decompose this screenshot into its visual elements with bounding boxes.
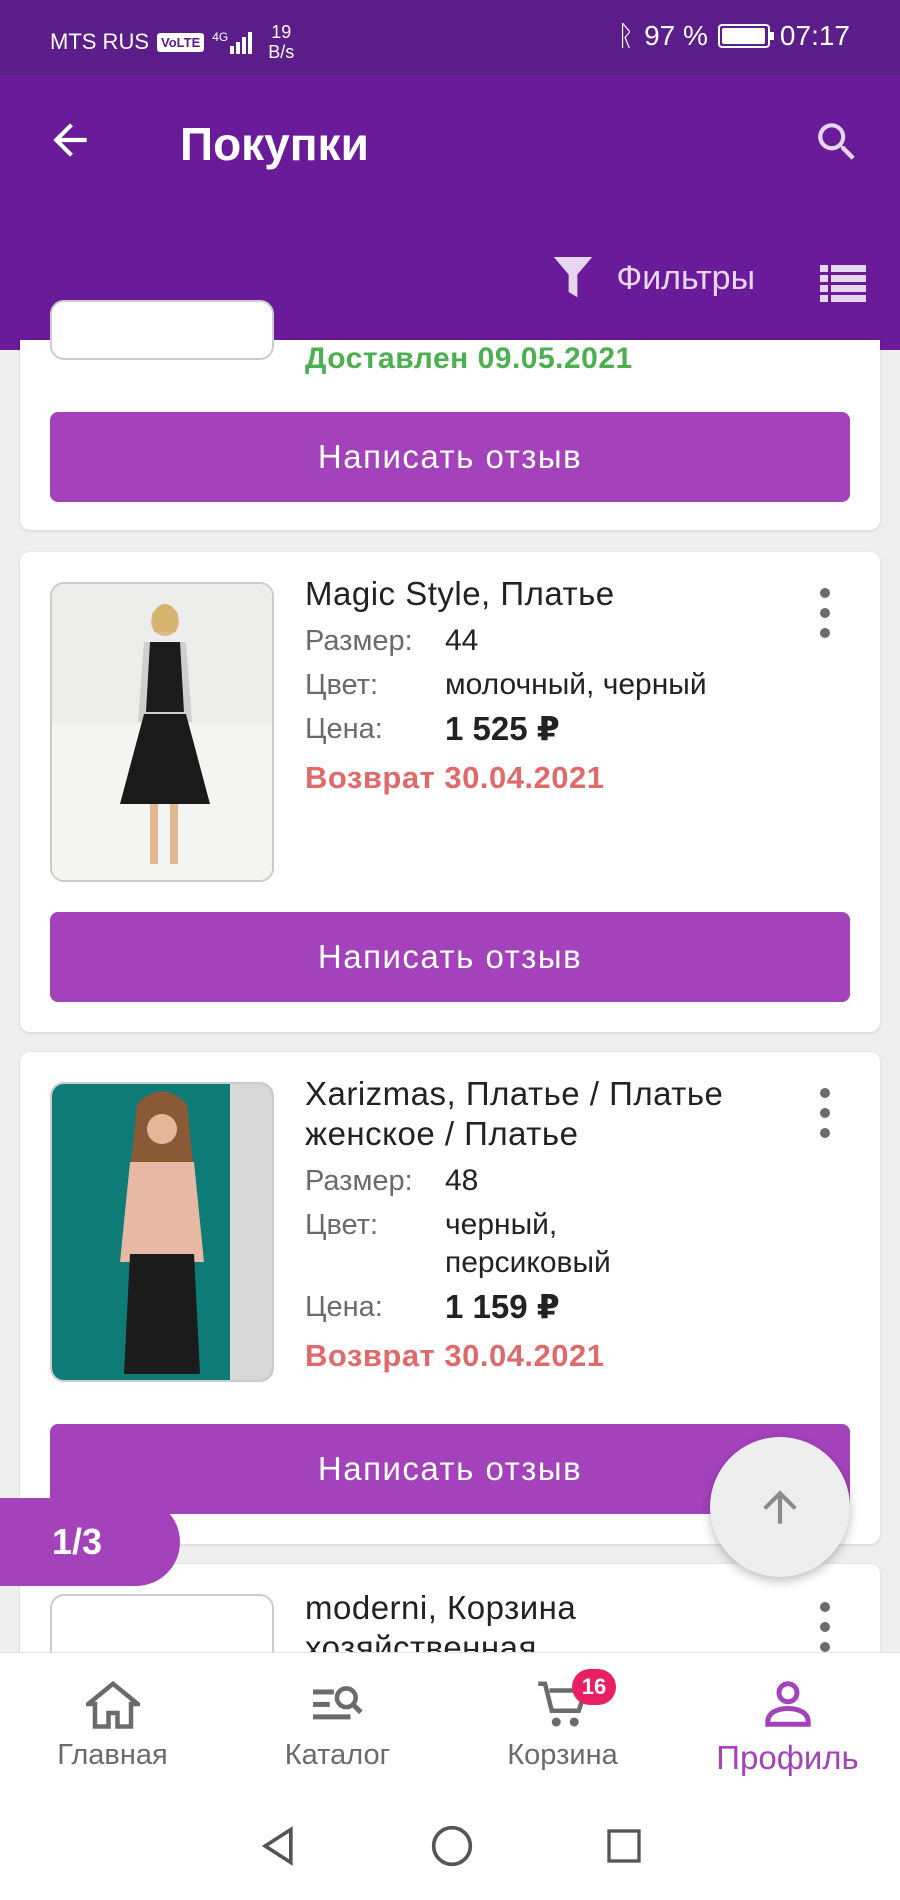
- signal-icon: 4G: [212, 30, 253, 54]
- nav-catalog-label: Каталог: [284, 1739, 391, 1771]
- price-value: 1 159 ₽: [445, 1288, 560, 1325]
- network-speed: 19 B/s: [268, 22, 294, 62]
- product-name: Xarizmas, Платье / Платье женское / Плат…: [305, 1075, 724, 1152]
- search-icon: [818, 123, 855, 160]
- product-image: [50, 300, 274, 360]
- dress-photo: [52, 584, 272, 880]
- search-button[interactable]: [812, 117, 862, 167]
- profile-icon: [764, 1681, 811, 1727]
- arrow-up-icon: [763, 1490, 797, 1524]
- bluetooth-icon: ᚱ: [617, 20, 635, 51]
- size-label: Размер:: [305, 1165, 413, 1197]
- more-vert-icon: [820, 1088, 830, 1098]
- order-card: Доставлен 09.05.2021 Написать отзыв: [20, 300, 880, 530]
- size-value: 44: [445, 624, 479, 657]
- back-button[interactable]: [45, 115, 95, 165]
- order-card: Magic Style, Платье Размер: 44 Цвет: молоч…: [20, 552, 880, 1032]
- cart-count-badge: 16: [572, 1669, 616, 1705]
- order-info: Доставлен 09.05.2021: [305, 342, 633, 376]
- nav-home-label: Главная: [57, 1739, 168, 1771]
- product-name: Magic Style, Платье: [305, 575, 615, 612]
- volte-badge: VoLTE: [157, 32, 205, 52]
- more-vert-icon: [820, 1602, 830, 1612]
- clock: 07:17: [779, 20, 850, 51]
- filter-icon: [554, 257, 593, 298]
- product-image[interactable]: [50, 582, 274, 882]
- color-label: Цвет:: [305, 669, 379, 701]
- filters-label: Фильтры: [616, 258, 755, 297]
- product-image[interactable]: [50, 1082, 274, 1382]
- price-label: Цена:: [305, 713, 383, 745]
- nav-catalog[interactable]: Каталог: [225, 1653, 450, 1792]
- battery-percent: 97 %: [644, 20, 708, 51]
- price-value: 1 525 ₽: [445, 710, 560, 747]
- nav-home[interactable]: Главная: [0, 1653, 225, 1792]
- battery-icon: [717, 24, 774, 48]
- color-value: черный, персиковый: [445, 1208, 611, 1279]
- list-view-icon: [820, 265, 866, 302]
- nav-profile[interactable]: Профиль: [675, 1653, 900, 1792]
- speed-unit: B/s: [268, 42, 295, 62]
- size-value: 48: [445, 1164, 479, 1197]
- more-vert-icon: [820, 588, 830, 598]
- catalog-icon: [312, 1686, 363, 1720]
- speed-value: 19: [271, 22, 292, 42]
- back-triangle-icon[interactable]: [256, 1824, 300, 1868]
- more-options-button[interactable]: [810, 1088, 840, 1138]
- nav-profile-label: Профиль: [716, 1739, 859, 1776]
- delivery-status: Доставлен 09.05.2021: [305, 342, 633, 375]
- more-options-button[interactable]: [810, 588, 840, 638]
- price-label: Цена:: [305, 1291, 383, 1323]
- return-status: Возврат 30.04.2021: [305, 760, 605, 795]
- list-view-button[interactable]: [820, 263, 866, 303]
- status-right: ᚱ 97 % 07:17: [617, 20, 850, 52]
- status-left: MTS RUS VoLTE 4G 19 B/s: [50, 22, 294, 62]
- size-label: Размер:: [305, 625, 413, 657]
- recents-square-icon[interactable]: [604, 1826, 644, 1866]
- order-info: Magic Style, Платье Размер: 44 Цвет: молоч…: [305, 574, 775, 796]
- nav-cart[interactable]: 16 Корзина: [450, 1653, 675, 1792]
- color-label: Цвет:: [305, 1209, 379, 1241]
- dress-photo: [52, 1084, 272, 1380]
- page-indicator: 1/3: [0, 1498, 180, 1586]
- arrow-left-icon: [53, 123, 87, 157]
- return-status: Возврат 30.04.2021: [305, 1338, 605, 1373]
- home-icon: [85, 1680, 140, 1729]
- write-review-button[interactable]: Написать отзыв: [50, 912, 850, 1002]
- status-bar: MTS RUS VoLTE 4G 19 B/s ᚱ 97 % 07:17: [0, 0, 900, 75]
- carrier-name: MTS RUS: [50, 29, 149, 54]
- page-title: Покупки: [180, 118, 369, 170]
- network-type: 4G: [212, 30, 229, 44]
- order-info: Xarizmas, Платье / Платье женское / Плат…: [305, 1074, 775, 1374]
- home-circle-icon[interactable]: [430, 1824, 474, 1868]
- write-review-button[interactable]: Написать отзыв: [50, 412, 850, 502]
- bottom-navigation: Главная Каталог 16 Корзина Профиль: [0, 1652, 900, 1792]
- scroll-top-button[interactable]: [710, 1437, 850, 1577]
- filters-button[interactable]: Фильтры: [552, 255, 755, 301]
- nav-cart-label: Корзина: [507, 1739, 618, 1771]
- more-options-button[interactable]: [810, 1602, 840, 1652]
- system-navigation: [0, 1792, 900, 1900]
- color-value: молочный, черный: [445, 668, 707, 701]
